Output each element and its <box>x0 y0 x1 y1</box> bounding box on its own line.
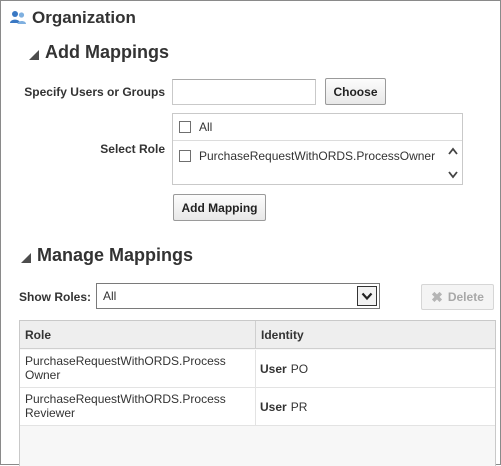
organization-panel: Organization Add Mappings Specify Users … <box>0 0 501 466</box>
show-roles-select[interactable]: All <box>96 283 380 309</box>
choose-button-label: Choose <box>333 84 378 99</box>
role-option-checkbox[interactable] <box>179 150 191 162</box>
identity-kind: User <box>260 362 287 376</box>
add-mapping-button-label: Add Mapping <box>181 200 258 215</box>
role-all-checkbox[interactable] <box>179 121 191 133</box>
users-icon <box>10 11 26 24</box>
role-cell: PurchaseRequestWithORDS.Process Owner <box>25 354 226 382</box>
identity-cell: User PO <box>260 350 308 388</box>
select-role-label: Select Role <box>100 142 165 156</box>
role-listbox: All PurchaseRequestWithORDS.ProcessOwner <box>172 113 463 185</box>
delete-button[interactable]: ✖ Delete <box>421 284 494 310</box>
scroll-down-icon[interactable] <box>447 168 459 180</box>
add-mappings-section-toggle[interactable]: Add Mappings <box>29 42 169 63</box>
mappings-table: Role Identity PurchaseRequestWithORDS.Pr… <box>19 320 496 466</box>
role-option[interactable]: PurchaseRequestWithORDS.ProcessOwner <box>173 142 443 170</box>
table-row[interactable]: PurchaseRequestWithORDS.Process Reviewer… <box>20 388 495 426</box>
identity-kind: User <box>260 400 287 414</box>
show-roles-label: Show Roles: <box>19 290 92 304</box>
column-header-identity[interactable]: Identity <box>256 321 304 349</box>
show-roles-value: All <box>103 289 117 303</box>
role-option-label: PurchaseRequestWithORDS.ProcessOwner <box>199 149 436 163</box>
role-all-label: All <box>199 120 213 134</box>
collapse-triangle-icon[interactable] <box>29 49 39 60</box>
manage-mappings-section-toggle[interactable]: Manage Mappings <box>21 245 193 266</box>
identity-name: PO <box>290 362 309 376</box>
delete-x-icon: ✖ <box>431 288 443 305</box>
role-all-option[interactable]: All <box>173 114 462 141</box>
add-mapping-button[interactable]: Add Mapping <box>173 194 266 221</box>
column-header-role[interactable]: Role <box>20 321 51 349</box>
page-title: Organization <box>32 8 136 27</box>
delete-button-label: Delete <box>447 290 484 304</box>
page-header: Organization <box>9 7 136 29</box>
role-cell: PurchaseRequestWithORDS.Process Reviewer <box>25 392 226 420</box>
identity-cell: User PR <box>260 388 307 426</box>
scroll-up-icon[interactable] <box>447 146 459 158</box>
role-list-scrollbar[interactable] <box>445 146 461 184</box>
choose-button[interactable]: Choose <box>325 78 386 105</box>
table-row[interactable]: PurchaseRequestWithORDS.Process Owner Us… <box>20 350 495 388</box>
chevron-down-icon[interactable] <box>357 286 377 306</box>
collapse-triangle-icon[interactable] <box>21 252 31 263</box>
users-groups-label: Specify Users or Groups <box>24 85 165 99</box>
add-mappings-header: Add Mappings <box>45 42 169 62</box>
users-groups-input[interactable] <box>172 79 316 105</box>
table-header-row: Role Identity <box>20 321 495 349</box>
identity-name: PR <box>290 400 308 414</box>
manage-mappings-header: Manage Mappings <box>37 245 194 265</box>
